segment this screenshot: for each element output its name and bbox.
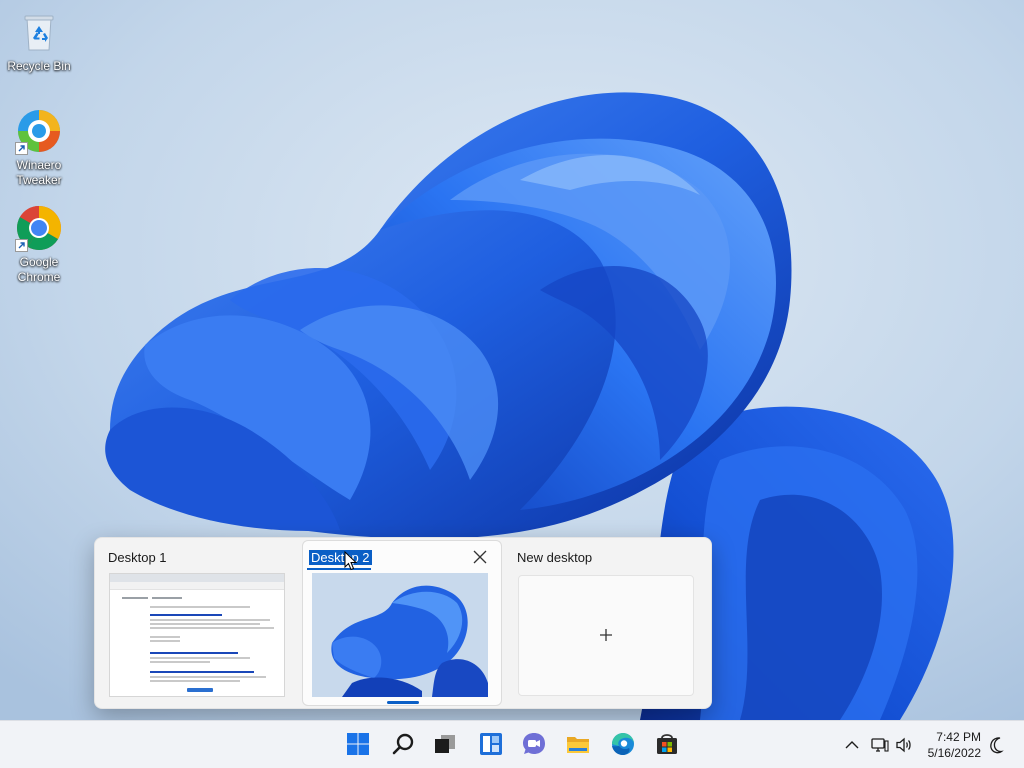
desktop-icon-label: Google [19, 255, 59, 269]
desktop-icon-label: Chrome [17, 270, 61, 284]
desktop-card-2[interactable]: Desktop 2 [302, 540, 502, 706]
widgets-button[interactable] [476, 729, 506, 759]
mouse-cursor-icon [344, 551, 358, 571]
desktop-rename-field[interactable]: Desktop 2 [309, 550, 372, 565]
search-icon [392, 733, 414, 755]
desktop-icon-label: Tweaker [16, 173, 62, 187]
clock-time: 7:42 PM [936, 730, 981, 744]
active-desktop-indicator [387, 701, 419, 704]
clock[interactable]: 7:42 PM 5/16/2022 [928, 729, 981, 761]
clock-date: 5/16/2022 [927, 746, 981, 760]
task-view-desktops-panel: Desktop 1 Desktop 2 New desktop [94, 537, 712, 709]
recycle-bin-icon [15, 8, 63, 56]
close-desktop-button[interactable] [473, 550, 487, 564]
new-desktop-button[interactable] [518, 575, 694, 696]
wallpaper-preview [312, 573, 488, 697]
close-icon [473, 550, 487, 564]
rename-focus-underline [307, 568, 371, 570]
chrome-icon [15, 204, 63, 252]
edge-button[interactable] [608, 729, 638, 759]
browser-window-preview [110, 574, 284, 696]
network-button[interactable] [870, 735, 890, 755]
shortcut-arrow-icon [15, 239, 28, 252]
desktop-card-1[interactable]: Desktop 1 [99, 538, 299, 708]
new-desktop-card[interactable]: New desktop [508, 538, 708, 708]
winaero-tweaker-icon [15, 107, 63, 155]
desktop-icon-winaero-tweaker[interactable]: Winaero Tweaker [1, 107, 77, 188]
desktop-title[interactable]: Desktop 1 [108, 550, 167, 565]
volume-button[interactable] [894, 735, 914, 755]
task-view-button[interactable] [430, 729, 460, 759]
focus-moon-icon [990, 737, 1004, 754]
desktop-icon-recycle-bin[interactable]: Recycle Bin [1, 8, 77, 74]
desktop-icon-google-chrome[interactable]: Google Chrome [1, 204, 77, 285]
start-button[interactable] [343, 729, 373, 759]
new-desktop-label: New desktop [517, 550, 593, 565]
chevron-up-icon [845, 741, 859, 749]
search-button[interactable] [388, 729, 418, 759]
network-icon [871, 738, 889, 752]
file-explorer-icon [567, 737, 589, 753]
plus-icon [600, 629, 612, 641]
microsoft-store-button[interactable] [652, 729, 682, 759]
chat-button[interactable] [519, 729, 549, 759]
task-view-icon [435, 735, 455, 753]
widgets-icon [480, 733, 502, 755]
desktop-icon-label: Winaero [16, 158, 62, 172]
taskbar: 7:42 PM 5/16/2022 [0, 720, 1024, 768]
desktop-icon-label: Recycle Bin [7, 59, 71, 73]
file-explorer-button[interactable] [563, 729, 593, 759]
store-icon [657, 734, 677, 754]
show-hidden-icons-button[interactable] [842, 735, 862, 755]
shortcut-arrow-icon [15, 142, 28, 155]
focus-assist-button[interactable] [988, 735, 1008, 755]
desktop-thumbnail[interactable] [109, 573, 285, 697]
desktop-thumbnail[interactable] [312, 573, 488, 697]
desktop-title[interactable]: Desktop 2 [309, 550, 372, 565]
chat-icon [523, 733, 545, 754]
edge-icon [612, 733, 634, 755]
volume-icon [896, 737, 911, 753]
start-icon [347, 733, 369, 755]
